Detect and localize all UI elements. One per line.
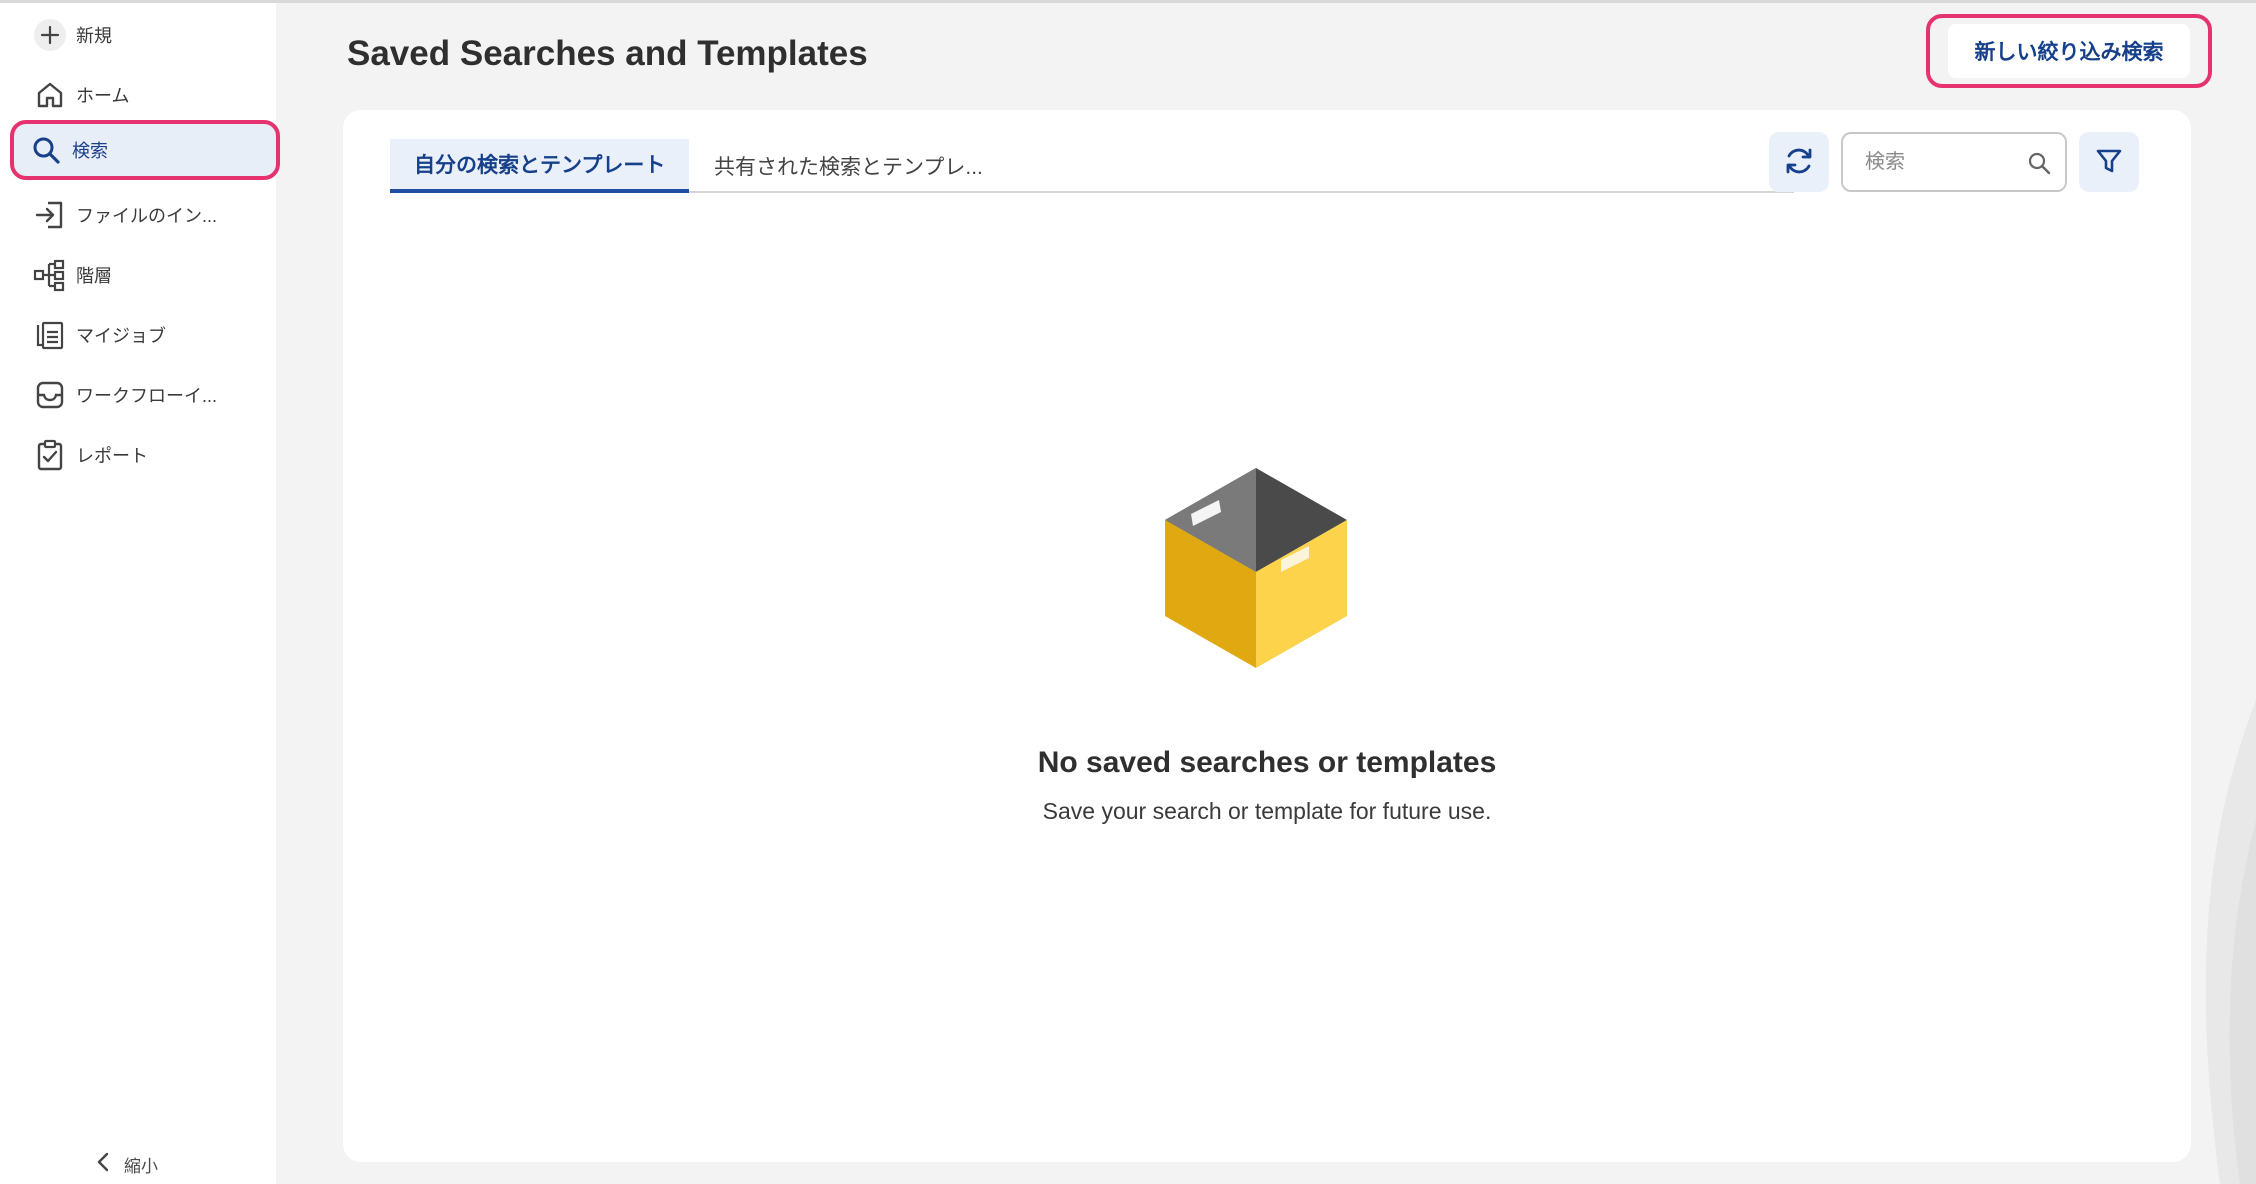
sidebar-item-reports[interactable]: レポート	[12, 428, 276, 482]
sidebar-item-label: 検索	[72, 141, 108, 161]
empty-box-illustration	[1161, 468, 1351, 677]
sidebar-item-search[interactable]: 検索	[10, 120, 280, 180]
empty-state-subtitle: Save your search or template for future …	[1042, 798, 1492, 824]
search-input[interactable]	[1865, 150, 2025, 174]
top-divider	[0, 0, 2256, 3]
tab-shared-searches[interactable]: 共有された検索とテンプレ...	[690, 139, 1007, 193]
sidebar-item-label: レポート	[76, 446, 148, 466]
sidebar-item-file-import[interactable]: ファイルのイン...	[12, 188, 276, 242]
sidebar-item-hierarchy[interactable]: 階層	[12, 248, 276, 302]
content-card: 自分の検索とテンプレート 共有された検索とテンプレ... 検索 No saved…	[343, 110, 2191, 1162]
new-filter-search-button[interactable]: 新しい絞り込み検索	[1948, 24, 2190, 78]
app-root: 新規 ホーム 検索 ファイルのイン... 階層 マイジョブ ワークフローイ...…	[0, 0, 2256, 1184]
sidebar-item-label: ワークフローイ...	[76, 386, 218, 406]
sidebar-item-my-jobs[interactable]: マイジョブ	[12, 308, 276, 362]
filter-button[interactable]	[2079, 132, 2139, 192]
sidebar: 新規 ホーム 検索 ファイルのイン... 階層 マイジョブ ワークフローイ...…	[0, 3, 280, 1184]
jobs-icon	[28, 313, 72, 357]
sidebar-item-new[interactable]: 新規	[12, 8, 276, 62]
hierarchy-icon	[28, 253, 72, 297]
collapse-label: 縮小	[124, 1156, 158, 1176]
search-icon	[24, 128, 68, 172]
home-icon	[28, 73, 72, 117]
sidebar-item-workflow-inbox[interactable]: ワークフローイ...	[12, 368, 276, 422]
tab-bar: 自分の検索とテンプレート 共有された検索とテンプレ...	[390, 139, 1794, 193]
sidebar-item-home[interactable]: ホーム	[12, 68, 276, 122]
refresh-button[interactable]	[1769, 132, 1829, 192]
tab-my-searches[interactable]: 自分の検索とテンプレート	[390, 139, 690, 193]
chevron-left-icon	[96, 1152, 110, 1177]
page-title: Saved Searches and Templates	[347, 34, 868, 73]
search-box	[1841, 132, 2067, 192]
filter-icon	[2095, 147, 2123, 178]
collapse-button[interactable]: 縮小	[96, 1149, 158, 1179]
import-icon	[28, 193, 72, 237]
clipboard-check-icon	[28, 433, 72, 477]
empty-state-title: No saved searches or templates	[1037, 746, 1497, 779]
sidebar-item-label: ファイルのイン...	[76, 206, 218, 226]
sidebar-item-label: マイジョブ	[76, 326, 166, 346]
sidebar-item-label: 新規	[76, 26, 112, 46]
refresh-icon	[1783, 145, 1815, 180]
search-icon[interactable]	[2027, 151, 2051, 180]
plus-icon	[28, 13, 72, 57]
new-filter-highlight: 新しい絞り込み検索	[1926, 14, 2212, 88]
sidebar-item-label: ホーム	[76, 86, 130, 106]
sidebar-item-label: 階層	[76, 266, 112, 286]
inbox-icon	[28, 373, 72, 417]
